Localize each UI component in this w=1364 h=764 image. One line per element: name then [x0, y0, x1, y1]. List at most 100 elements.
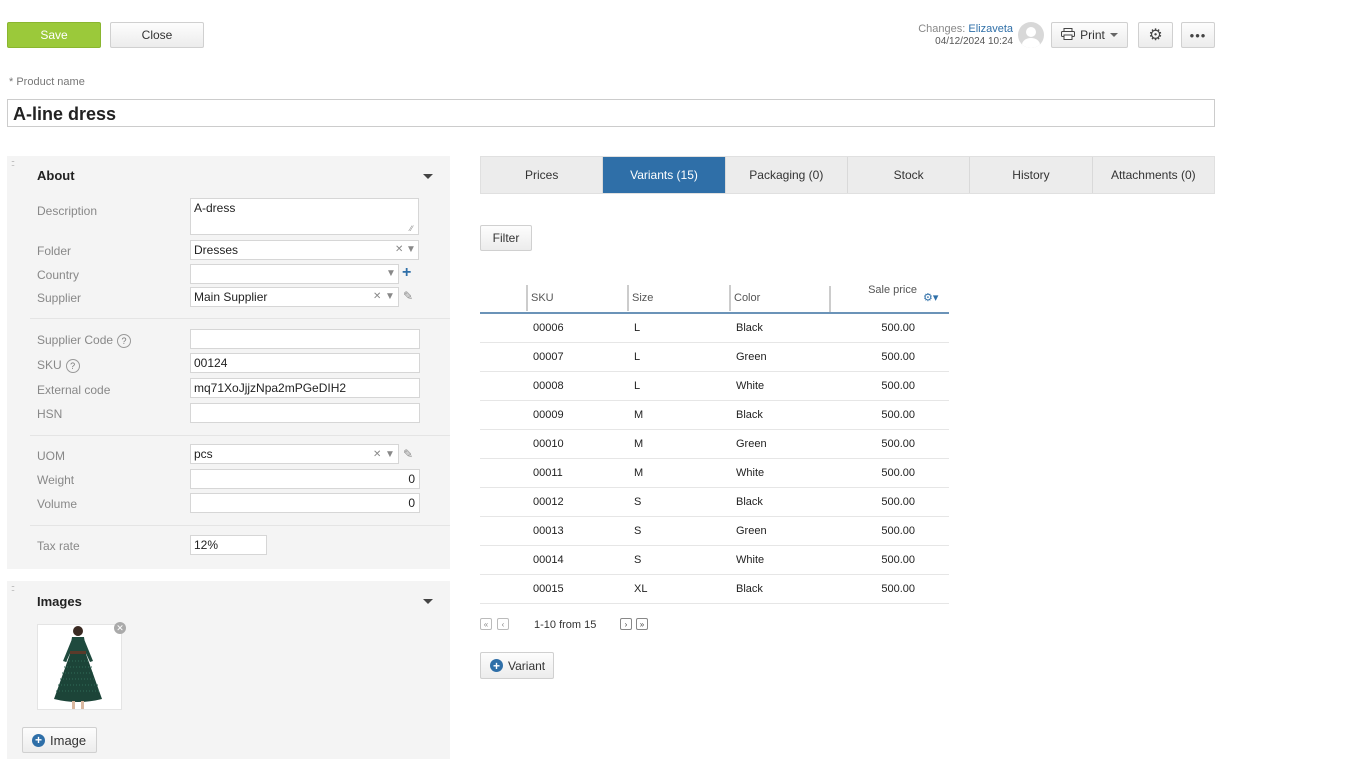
column-header-sku[interactable]: SKU: [524, 283, 625, 314]
table-row[interactable]: 00012 S Black 500.00: [480, 487, 949, 517]
size-cell: S: [625, 487, 727, 517]
chevron-down-icon[interactable]: ▼: [386, 268, 396, 279]
remove-image-icon[interactable]: ✕: [114, 622, 126, 634]
collapse-about-icon[interactable]: [423, 174, 433, 179]
variants-table: SKU Size Color Sale price ⚙▾ 00006 L Black…: [480, 283, 949, 604]
row-select-cell: [480, 516, 524, 546]
product-name-input[interactable]: A-line dress: [7, 99, 1215, 127]
changes-time: 04/12/2024 10:24: [935, 36, 1013, 47]
row-spacer-cell: [919, 487, 949, 517]
changes-user[interactable]: Elizaveta: [968, 23, 1013, 35]
close-button[interactable]: Close: [110, 22, 204, 48]
description-field[interactable]: A-dress: [190, 198, 419, 235]
table-row[interactable]: 00015 XL Black 500.00: [480, 574, 949, 604]
row-spacer-cell: [919, 458, 949, 488]
drag-handle-icon[interactable]: ::: [11, 583, 15, 593]
volume-label: Volume: [37, 497, 78, 511]
tab-attachments[interactable]: Attachments (0): [1093, 157, 1214, 193]
row-select-cell: [480, 545, 524, 575]
chevron-down-icon[interactable]: ▼: [385, 449, 395, 460]
table-row[interactable]: 00006 L Black 500.00: [480, 313, 949, 343]
table-row[interactable]: 00011 M White 500.00: [480, 458, 949, 488]
color-cell: Black: [727, 313, 827, 343]
supplier-label: Supplier: [37, 291, 82, 305]
tax-rate-field[interactable]: 12%: [190, 535, 267, 555]
size-cell: L: [625, 342, 727, 372]
add-country-icon[interactable]: +: [402, 264, 411, 282]
tab-variants[interactable]: Variants (15): [603, 157, 726, 193]
sku-cell: 00011: [524, 458, 625, 488]
color-cell: White: [727, 458, 827, 488]
resize-handle-icon[interactable]: ∕∕: [410, 224, 413, 233]
external-code-field[interactable]: mq71XoJjjzNpa2mPGeDIH2: [190, 378, 420, 398]
filter-button[interactable]: Filter: [480, 225, 532, 251]
sale-price-cell: 500.00: [827, 313, 919, 343]
edit-icon[interactable]: ✎: [403, 447, 413, 461]
tab-history[interactable]: History: [970, 157, 1093, 193]
drag-handle-icon[interactable]: ::: [11, 158, 15, 168]
tab-bar: Prices Variants (15) Packaging (0) Stock His…: [480, 156, 1215, 194]
clear-icon[interactable]: ✕: [373, 449, 381, 460]
changes-label: Changes:: [918, 23, 966, 35]
column-header-color[interactable]: Color: [727, 283, 827, 314]
supplier-code-field[interactable]: [190, 329, 420, 349]
folder-field[interactable]: Dresses: [190, 240, 419, 260]
next-page-button[interactable]: ›: [620, 618, 632, 630]
column-settings-button[interactable]: ⚙▾: [919, 283, 949, 314]
last-page-button[interactable]: »: [636, 618, 648, 630]
table-row[interactable]: 00013 S Green 500.00: [480, 516, 949, 546]
color-cell: Green: [727, 342, 827, 372]
print-button[interactable]: Print: [1051, 22, 1128, 48]
add-image-button[interactable]: + Image: [22, 727, 97, 753]
sku-cell: 00006: [524, 313, 625, 343]
column-header-size[interactable]: Size: [625, 283, 727, 314]
prev-page-button[interactable]: ‹: [497, 618, 509, 630]
weight-field[interactable]: 0: [190, 469, 420, 489]
sale-price-cell: 500.00: [827, 574, 919, 604]
color-cell: White: [727, 371, 827, 401]
color-cell: White: [727, 545, 827, 575]
uom-field[interactable]: pcs: [190, 444, 399, 464]
save-button[interactable]: Save: [7, 22, 101, 48]
sku-field[interactable]: 00124: [190, 353, 420, 373]
table-row[interactable]: 00008 L White 500.00: [480, 371, 949, 401]
tab-prices[interactable]: Prices: [481, 157, 604, 193]
size-cell: S: [625, 516, 727, 546]
tab-stock[interactable]: Stock: [848, 157, 971, 193]
sale-price-cell: 500.00: [827, 400, 919, 430]
column-header-sale-price[interactable]: Sale price: [827, 283, 919, 314]
table-row[interactable]: 00010 M Green 500.00: [480, 429, 949, 459]
hsn-field[interactable]: [190, 403, 420, 423]
add-variant-button[interactable]: + Variant: [480, 652, 554, 679]
row-select-cell: [480, 574, 524, 604]
country-label: Country: [37, 268, 80, 282]
row-select-cell: [480, 342, 524, 372]
sale-price-cell: 500.00: [827, 458, 919, 488]
help-icon[interactable]: ?: [65, 358, 80, 373]
changes-info: Changes: Elizaveta 04/12/2024 10:24: [880, 23, 1013, 48]
supplier-field[interactable]: Main Supplier: [190, 287, 399, 307]
product-image[interactable]: [37, 624, 122, 710]
chevron-down-icon[interactable]: ▼: [385, 291, 395, 302]
tax-rate-label: Tax rate: [37, 539, 80, 553]
table-row[interactable]: 00014 S White 500.00: [480, 545, 949, 575]
row-spacer-cell: [919, 545, 949, 575]
clear-icon[interactable]: ✕: [373, 291, 381, 302]
about-title: About: [37, 168, 75, 183]
help-icon[interactable]: ?: [117, 333, 132, 348]
collapse-images-icon[interactable]: [423, 599, 433, 604]
edit-icon[interactable]: ✎: [403, 289, 413, 303]
table-row[interactable]: 00009 M Black 500.00: [480, 400, 949, 430]
avatar[interactable]: [1018, 22, 1044, 48]
clear-icon[interactable]: ✕: [395, 244, 403, 255]
table-row[interactable]: 00007 L Green 500.00: [480, 342, 949, 372]
add-image-label: Image: [50, 732, 87, 748]
color-cell: Black: [727, 574, 827, 604]
volume-field[interactable]: 0: [190, 493, 420, 513]
chevron-down-icon[interactable]: ▼: [406, 244, 416, 255]
country-field[interactable]: [190, 264, 399, 284]
tab-packaging[interactable]: Packaging (0): [726, 157, 848, 193]
more-button[interactable]: •••: [1181, 22, 1215, 48]
settings-button[interactable]: ⚙: [1138, 22, 1173, 48]
first-page-button[interactable]: «: [480, 618, 492, 630]
